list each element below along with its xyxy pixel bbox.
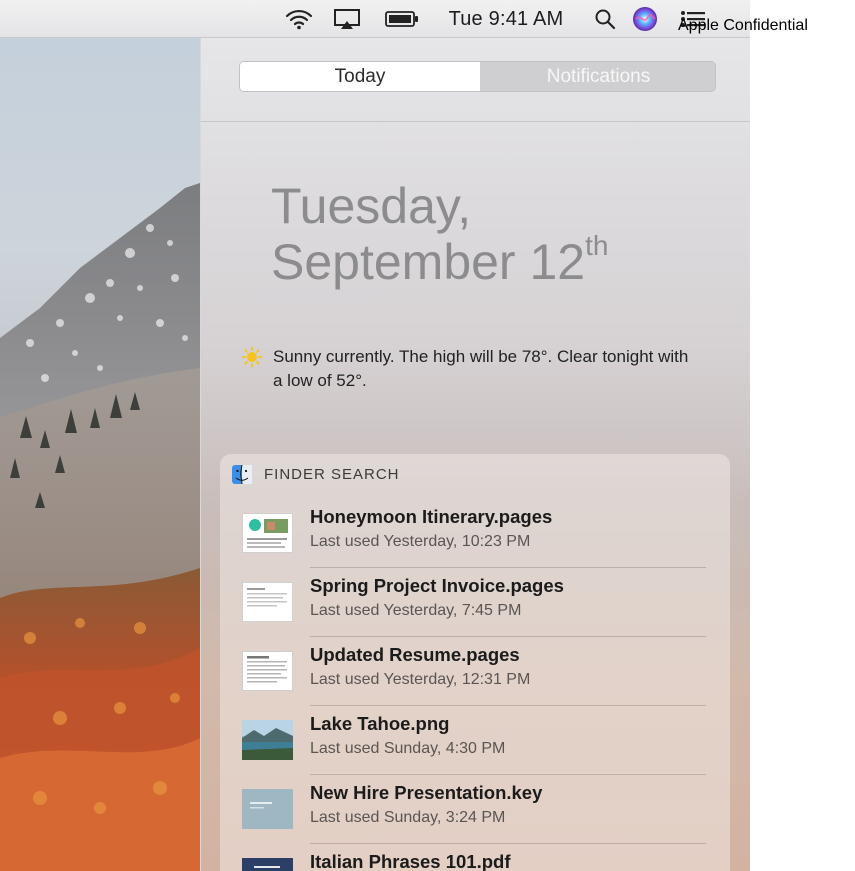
keynote-thumbnail [242,789,293,829]
wifi-icon[interactable] [282,0,316,38]
result-separator [310,843,706,844]
pages-document-thumbnail [242,513,293,553]
tab-today[interactable]: Today [240,62,480,91]
date-ordinal-suffix: th [585,230,609,262]
confidential-watermark: Apple Confidential [678,17,808,34]
search-result-item[interactable]: Italian Phrases 101.pdf [242,845,706,871]
result-file-name: Updated Resume.pages [310,644,520,665]
spotlight-search-icon[interactable] [592,0,618,38]
search-result-item[interactable]: Lake Tahoe.png Last used Sunday, 4:30 PM [242,707,706,776]
pages-document-thumbnail [242,651,293,691]
tab-notifications[interactable]: Notifications [480,62,715,91]
mountain-landscape-image [0,38,200,871]
siri-icon[interactable] [630,0,660,38]
date-month-day: September 12 [271,234,586,290]
panel-divider [201,121,750,122]
result-separator [310,705,706,706]
search-result-item[interactable]: Spring Project Invoice.pages Last used Y… [242,569,706,638]
result-separator [310,636,706,637]
result-separator [310,567,706,568]
search-result-item[interactable]: New Hire Presentation.key Last used Sund… [242,776,706,845]
date-weekday: Tuesday, [271,178,472,234]
notification-center-panel: Today Notifications Tuesday, September 1… [200,38,750,871]
search-result-item[interactable]: Honeymoon Itinerary.pages Last used Yest… [242,500,706,569]
menu-bar: Tue 9:41 AM [0,0,750,38]
weather-summary: Sunny currently. The high will be 78°. C… [241,345,721,393]
weather-text: Sunny currently. The high will be 78°. C… [273,347,689,390]
image-thumbnail [242,720,293,760]
pages-document-thumbnail [242,582,293,622]
search-result-item[interactable]: Updated Resume.pages Last used Yesterday… [242,638,706,707]
battery-icon[interactable] [382,0,422,38]
finder-search-widget: FINDER SEARCH Honeymoon Itinerary.pages … [220,454,730,871]
result-last-used: Last used Yesterday, 7:45 PM [310,602,522,619]
result-last-used: Last used Sunday, 3:24 PM [310,809,506,826]
result-last-used: Last used Yesterday, 12:31 PM [310,671,531,688]
result-file-name: Lake Tahoe.png [310,713,450,734]
finder-icon [232,464,252,484]
result-last-used: Last used Sunday, 4:30 PM [310,740,506,757]
result-separator [310,774,706,775]
result-last-used: Last used Yesterday, 10:23 PM [310,533,531,550]
view-segmented-control: Today Notifications [239,61,716,92]
pdf-thumbnail [242,858,293,871]
airplay-icon[interactable] [330,0,364,38]
widget-header: FINDER SEARCH [232,462,400,486]
widget-title: FINDER SEARCH [264,465,400,483]
result-file-name: New Hire Presentation.key [310,782,543,803]
menubar-clock[interactable]: Tue 9:41 AM [437,0,575,38]
sun-icon [241,346,263,368]
today-date-heading: Tuesday, September 12th [271,178,731,290]
result-file-name: Honeymoon Itinerary.pages [310,506,553,527]
result-file-name: Spring Project Invoice.pages [310,575,564,596]
desktop-wallpaper [0,38,200,871]
date-day: September 12th [271,232,731,290]
screen: Tue 9:41 AM Today Notifications Tuesday,… [0,0,750,871]
result-file-name: Italian Phrases 101.pdf [310,851,511,871]
